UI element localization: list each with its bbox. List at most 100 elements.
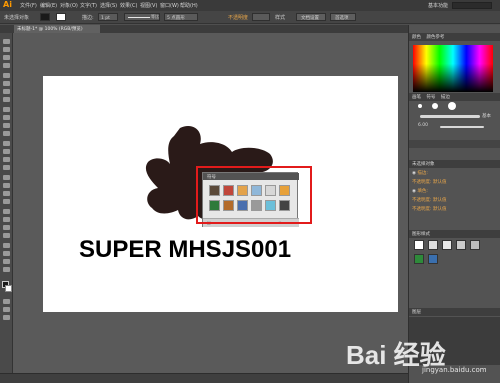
preferences-button[interactable]: 首选项 (330, 13, 356, 21)
brush-tip-medium-icon[interactable] (432, 103, 438, 109)
appearance-row-fill-opacity[interactable]: 不透明度: 默认值 (412, 197, 496, 204)
brush-tip-large-icon[interactable] (448, 102, 456, 110)
brush-label: 5 点圆形 (167, 16, 185, 21)
appearance-row-fill[interactable]: ◉ 填色: (412, 188, 496, 195)
width-tool-icon[interactable] (3, 157, 10, 162)
preferences-label: 首选项 (335, 16, 349, 21)
color-panel-header[interactable]: 颜色 颜色参考 (409, 33, 500, 41)
appearance-row-stroke-opacity[interactable]: 不透明度: 默认值 (412, 179, 496, 186)
layers-panel-header[interactable]: 图层 (409, 308, 500, 316)
graphic-style-5[interactable] (470, 240, 480, 250)
tab-color[interactable]: 颜色 (412, 35, 421, 40)
tab-brushes[interactable]: 画笔 (412, 95, 421, 100)
stroke-color-icon[interactable] (5, 285, 12, 292)
tab-symbols[interactable]: 符号 (426, 95, 435, 100)
zoom-tool-icon[interactable] (3, 267, 10, 272)
menu-edit[interactable]: 编辑(E) (40, 2, 57, 9)
brush-basic-label: 基本 (482, 114, 491, 119)
lasso-tool-icon[interactable] (3, 63, 10, 68)
menu-view[interactable]: 视图(V) (140, 2, 157, 9)
free-transform-tool-icon[interactable] (3, 165, 10, 170)
eyedropper-tool-icon[interactable] (3, 209, 10, 214)
menu-effect[interactable]: 效果(C) (120, 2, 137, 9)
draw-mode-icon[interactable] (3, 307, 10, 312)
appearance-title: 未选择对象 (412, 162, 435, 167)
rotate-tool-icon[interactable] (3, 141, 10, 146)
color-mode-icon[interactable] (3, 299, 10, 304)
panel-spacer (409, 140, 500, 148)
appearance-object-opacity: 不透明度: 默认值 (412, 207, 447, 212)
graphic-style-default[interactable] (414, 240, 424, 250)
menu-select[interactable]: 选择(S) (100, 2, 117, 9)
graphic-styles-header[interactable]: 图形样式 (409, 230, 500, 238)
type-tool-icon[interactable] (3, 81, 10, 86)
appearance-fill-opacity: 不透明度: 默认值 (412, 198, 447, 203)
slice-tool-icon[interactable] (3, 251, 10, 256)
stroke-profile-dropdown[interactable]: 等比 (124, 13, 160, 21)
tab-layers[interactable]: 图层 (412, 310, 421, 315)
status-bar (0, 373, 408, 383)
stroke-swatch[interactable] (56, 13, 66, 21)
graphic-style-4[interactable] (456, 240, 466, 250)
artwork-headline[interactable]: SUPER MHSJS001 (79, 236, 291, 264)
appearance-fill-label: 填色: (417, 189, 428, 194)
appearance-panel-header[interactable]: 未选择对象 (409, 160, 500, 168)
eraser-tool-icon[interactable] (3, 131, 10, 136)
style-label: 样式 (275, 15, 286, 21)
tab-stroke[interactable]: 描边 (441, 95, 450, 100)
artboard-tool-icon[interactable] (3, 243, 10, 248)
screen-mode-icon[interactable] (3, 315, 10, 320)
appearance-row-object-opacity[interactable]: 不透明度: 默认值 (412, 206, 496, 213)
menu-help[interactable]: 帮助(H) (180, 2, 198, 9)
gradient-tool-icon[interactable] (3, 199, 10, 204)
column-graph-tool-icon[interactable] (3, 233, 10, 238)
menu-window[interactable]: 窗口(W) (160, 2, 179, 9)
paintbrush-tool-icon[interactable] (3, 107, 10, 112)
menu-file[interactable]: 文件(F) (20, 2, 37, 9)
graphic-style-6[interactable] (414, 254, 424, 264)
brush-panel-header[interactable]: 画笔 符号 描边 (409, 93, 500, 101)
mesh-tool-icon[interactable] (3, 191, 10, 196)
pen-tool-icon[interactable] (3, 73, 10, 78)
shape-builder-tool-icon[interactable] (3, 175, 10, 180)
search-input[interactable] (452, 2, 492, 9)
menu-type[interactable]: 文字(T) (80, 2, 97, 9)
blend-tool-icon[interactable] (3, 217, 10, 222)
pencil-tool-icon[interactable] (3, 115, 10, 120)
scale-tool-icon[interactable] (3, 149, 10, 154)
tools-panel (0, 33, 13, 373)
opacity-label[interactable]: 不透明度 (228, 14, 248, 21)
brush-dropdown[interactable]: 5 点圆形 (164, 13, 198, 21)
hand-tool-icon[interactable] (3, 259, 10, 264)
watermark-url: jingyan.baidu.com (422, 366, 487, 374)
brush-tip-small-icon[interactable] (418, 104, 422, 108)
graphic-style-2[interactable] (428, 240, 438, 250)
selection-tool-icon[interactable] (3, 39, 10, 44)
direct-selection-tool-icon[interactable] (3, 47, 10, 52)
brush-stroke-basic[interactable] (420, 115, 480, 118)
symbol-sprayer-tool-icon[interactable] (3, 225, 10, 230)
magic-wand-tool-icon[interactable] (3, 55, 10, 60)
highlight-box (196, 166, 312, 224)
appearance-row-stroke[interactable]: ◉ 描边: (412, 170, 496, 177)
document-tab[interactable]: 未标题-1* @ 100% (RGB/预览) (14, 25, 100, 33)
doc-setup-button[interactable]: 文档设置 (296, 13, 326, 21)
rectangle-tool-icon[interactable] (3, 97, 10, 102)
stroke-weight-field[interactable]: 1 pt (98, 13, 118, 21)
color-spectrum[interactable] (413, 45, 493, 92)
graphic-style-3[interactable] (442, 240, 452, 250)
profile-line (128, 17, 150, 18)
workspace-switcher[interactable]: 基本功能 (428, 2, 448, 9)
line-tool-icon[interactable] (3, 89, 10, 94)
stroke-label: 描边: (82, 15, 94, 21)
opacity-field[interactable] (252, 13, 270, 21)
stroke-value: 6.00 (418, 123, 429, 128)
graphic-style-7[interactable] (428, 254, 438, 264)
tab-color-guide[interactable]: 颜色参考 (426, 35, 444, 40)
perspective-grid-tool-icon[interactable] (3, 183, 10, 188)
tab-graphic-styles[interactable]: 图形样式 (412, 232, 430, 237)
brush-stroke-calligraphic[interactable] (440, 126, 484, 128)
blob-brush-tool-icon[interactable] (3, 123, 10, 128)
menu-object[interactable]: 对象(O) (60, 2, 78, 9)
fill-swatch[interactable] (40, 13, 50, 21)
